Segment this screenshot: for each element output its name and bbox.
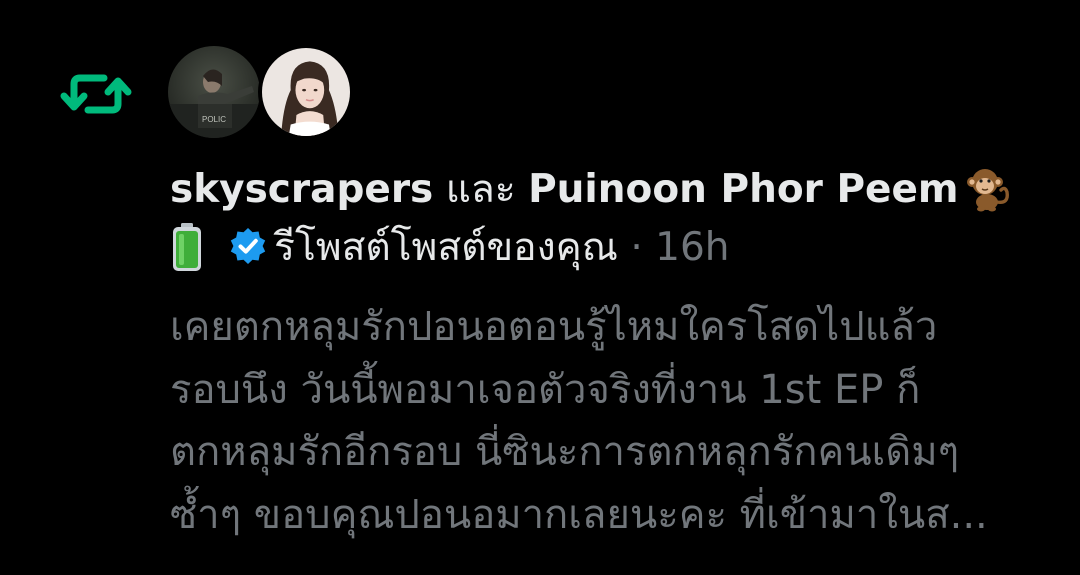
avatar-puinoon[interactable]: [258, 44, 354, 140]
notification-actors: skyscrapers และ Puinoon Phor Peem: [170, 162, 1013, 216]
monkey-icon: [961, 162, 1013, 212]
avatar-skyscrapers[interactable]: POLIC: [168, 46, 260, 138]
conjunction-text: และ: [445, 167, 516, 212]
user-name-2[interactable]: Puinoon Phor Peem: [528, 167, 959, 212]
user-name-1[interactable]: skyscrapers: [170, 167, 433, 212]
notification-meta: รีโพสต์โพสต์ของคุณ · 16h: [170, 222, 729, 274]
battery-icon: [170, 222, 204, 272]
timestamp[interactable]: 16h: [655, 225, 729, 270]
svg-text:POLIC: POLIC: [202, 115, 226, 124]
verified-badge-icon: [228, 226, 268, 266]
post-text[interactable]: เคยตกหลุมรักปอนอตอนรู้ไหมใครโสดไปแล้ว รอ…: [170, 296, 1050, 546]
retweet-icon: [60, 68, 132, 120]
retweet-notification[interactable]: POLIC skyscrapers และ Puinoon Phor Peem: [0, 0, 1080, 575]
action-text: รีโพสต์โพสต์ของคุณ: [274, 225, 618, 270]
separator-dot: ·: [630, 225, 643, 270]
